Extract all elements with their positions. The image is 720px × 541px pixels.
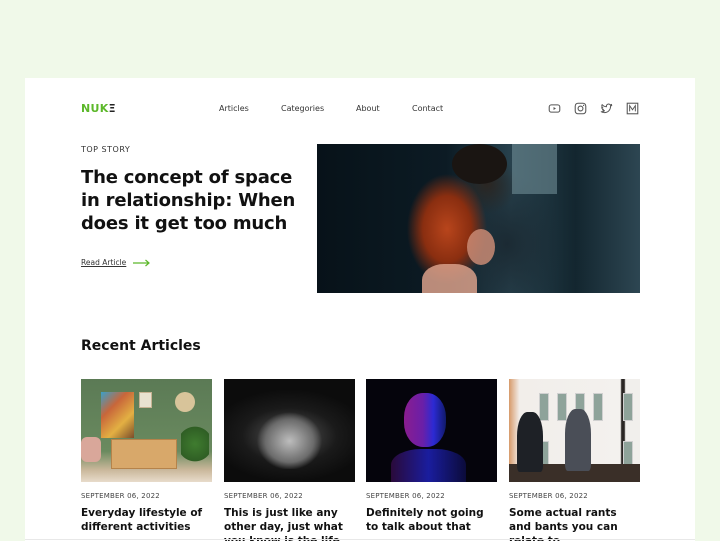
youtube-icon[interactable] <box>547 101 562 116</box>
nav-articles[interactable]: Articles <box>219 104 249 113</box>
article-title[interactable]: Definitely not going to talk about that <box>366 506 497 534</box>
page-card: NUKΞ Articles Categories About Contact T… <box>25 78 695 541</box>
article-card[interactable]: SEPTEMBER 06, 2022 Definitely not going … <box>366 379 497 534</box>
read-article-label: Read Article <box>81 258 127 267</box>
article-title[interactable]: This is just like any other day, just wh… <box>224 506 355 541</box>
article-card[interactable]: SEPTEMBER 06, 2022 Everyday lifestyle of… <box>81 379 212 534</box>
article-card[interactable]: SEPTEMBER 06, 2022 Some actual rants and… <box>509 379 640 541</box>
article-title[interactable]: Everyday lifestyle of different activiti… <box>81 506 212 534</box>
divider <box>25 539 695 540</box>
nav-about[interactable]: About <box>356 104 380 113</box>
recent-articles-heading: Recent Articles <box>81 338 201 354</box>
article-title[interactable]: Some actual rants and bants you can rela… <box>509 506 640 541</box>
article-date: SEPTEMBER 06, 2022 <box>509 492 588 500</box>
article-thumbnail[interactable] <box>509 379 640 482</box>
social-links <box>547 101 640 116</box>
medium-icon[interactable] <box>625 101 640 116</box>
instagram-icon[interactable] <box>573 101 588 116</box>
twitter-icon[interactable] <box>599 101 614 116</box>
hero-image[interactable] <box>317 144 640 293</box>
article-date: SEPTEMBER 06, 2022 <box>81 492 160 500</box>
top-story-label: TOP STORY <box>81 145 131 154</box>
article-thumbnail[interactable] <box>366 379 497 482</box>
article-date: SEPTEMBER 06, 2022 <box>366 492 445 500</box>
nav-categories[interactable]: Categories <box>281 104 324 113</box>
hero-title[interactable]: The concept of space in relationship: Wh… <box>81 166 311 235</box>
article-thumbnail[interactable] <box>81 379 212 482</box>
article-thumbnail[interactable] <box>224 379 355 482</box>
nav-contact[interactable]: Contact <box>412 104 443 113</box>
article-date: SEPTEMBER 06, 2022 <box>224 492 303 500</box>
arrow-right-icon <box>133 259 151 266</box>
article-card[interactable]: SEPTEMBER 06, 2022 This is just like any… <box>224 379 355 541</box>
read-article-link[interactable]: Read Article <box>81 258 152 267</box>
